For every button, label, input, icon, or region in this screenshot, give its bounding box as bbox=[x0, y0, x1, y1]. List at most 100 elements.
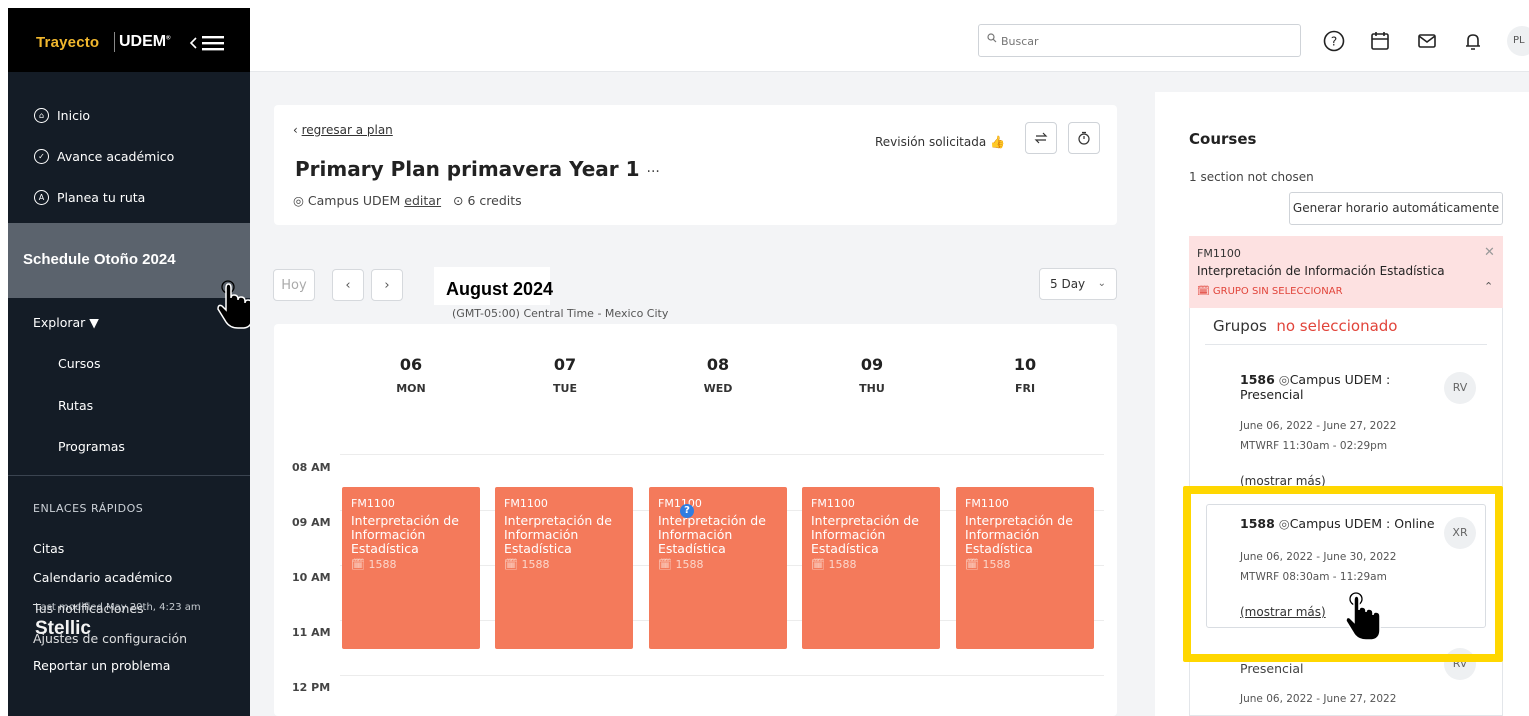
search-box[interactable] bbox=[978, 24, 1301, 57]
event-code: FM1100 bbox=[965, 497, 1009, 510]
timer-button[interactable] bbox=[1068, 122, 1100, 154]
event-section: 🗓 1588 bbox=[351, 558, 397, 571]
mail-icon[interactable] bbox=[1415, 29, 1439, 53]
quick-links-title: ENLACES RÁPIDOS bbox=[33, 502, 144, 515]
collapse-menu-icon bbox=[189, 36, 224, 51]
event-title: Interpretación de Información Estadístic… bbox=[658, 513, 766, 556]
explorar-toggle[interactable]: Explorar ▼ bbox=[33, 315, 99, 330]
event-section: 🗓 1588 bbox=[504, 558, 550, 571]
search-icon bbox=[987, 33, 997, 46]
sidebar-divider bbox=[8, 475, 250, 476]
route-icon: A bbox=[34, 189, 49, 205]
day-number: 10 bbox=[1013, 355, 1037, 374]
course-title: Interpretación de Información Estadístic… bbox=[1197, 264, 1445, 278]
logo-separator bbox=[114, 32, 115, 52]
hour-label: 08 AM bbox=[292, 461, 331, 474]
day-number: 07 bbox=[553, 355, 577, 374]
question-badge-icon[interactable]: ? bbox=[680, 504, 694, 518]
trayecto-logo: Trayecto bbox=[36, 34, 100, 51]
section-location-partial: Presencial bbox=[1240, 661, 1304, 676]
event-title: Interpretación de Información Estadístic… bbox=[351, 513, 459, 556]
event-section: 🗓 1588 bbox=[811, 558, 857, 571]
brand-bar: Trayecto UDEM® bbox=[8, 8, 250, 72]
calendar-event[interactable]: FM1100 Interpretación de Información Est… bbox=[342, 487, 480, 649]
section-dates: June 06, 2022 - June 27, 2022 bbox=[1240, 693, 1397, 705]
hour-label: 09 AM bbox=[292, 516, 331, 529]
close-icon[interactable]: ✕ bbox=[1484, 245, 1495, 260]
sidebar-item-label: Schedule Otoño 2024 bbox=[23, 251, 176, 268]
swap-icon bbox=[1034, 132, 1048, 144]
prev-week-button[interactable]: ‹ bbox=[332, 269, 364, 301]
sidebar-item-rutas[interactable]: Rutas bbox=[58, 398, 93, 413]
sidebar-item-planea[interactable]: A Planea tu ruta bbox=[34, 186, 145, 208]
view-select[interactable]: 5 Day ⌄ bbox=[1039, 268, 1117, 300]
sidebar-item-label: Inicio bbox=[57, 107, 91, 123]
section-dates: June 06, 2022 - June 27, 2022 bbox=[1240, 420, 1397, 432]
stellic-logo: Stellic bbox=[35, 618, 91, 639]
day-name: TUE bbox=[553, 382, 577, 395]
edit-campus-link[interactable]: editar bbox=[404, 193, 441, 208]
auto-schedule-button[interactable]: Generar horario automáticamente bbox=[1289, 192, 1503, 225]
more-options-icon[interactable]: ··· bbox=[647, 164, 660, 180]
quick-link-calendario[interactable]: Calendario académico bbox=[33, 570, 172, 585]
swap-button[interactable] bbox=[1025, 122, 1057, 154]
calendar-event[interactable]: FM1100 Interpretación de Información Est… bbox=[956, 487, 1094, 649]
quick-link-citas[interactable]: Citas bbox=[33, 541, 64, 556]
chevron-up-icon[interactable]: ⌃ bbox=[1484, 280, 1493, 293]
credits-icon: ⊙ bbox=[453, 193, 464, 208]
timezone-label: (GMT-05:00) Central Time - Mexico City bbox=[452, 307, 669, 320]
event-code: FM1100 bbox=[811, 497, 855, 510]
event-section: 🗓 1588 bbox=[965, 558, 1011, 571]
view-select-value: 5 Day bbox=[1050, 277, 1086, 291]
sidebar-item-label: Planea tu ruta bbox=[57, 189, 146, 205]
hour-line bbox=[340, 454, 1104, 455]
help-icon[interactable]: ? bbox=[1322, 29, 1346, 53]
page-title: Primary Plan primavera Year 1 ··· bbox=[295, 157, 660, 181]
bell-icon[interactable] bbox=[1461, 29, 1485, 53]
grupos-status: no seleccionado bbox=[1276, 317, 1398, 335]
search-input[interactable] bbox=[1001, 31, 1291, 51]
collapse-menu-button[interactable] bbox=[188, 32, 230, 54]
courses-title: Courses bbox=[1189, 130, 1257, 148]
hour-label: 10 AM bbox=[292, 571, 331, 584]
svg-text:?: ? bbox=[1331, 35, 1337, 49]
quick-link-reportar[interactable]: Reportar un problema bbox=[33, 658, 170, 673]
next-week-button[interactable]: › bbox=[371, 269, 403, 301]
instructor-avatar: RV bbox=[1444, 372, 1476, 404]
event-code: FM1100 bbox=[658, 497, 702, 510]
day-number: 09 bbox=[860, 355, 884, 374]
event-code: FM1100 bbox=[504, 497, 548, 510]
back-to-plan-link[interactable]: ‹ regresar a plan bbox=[293, 123, 393, 137]
sidebar-item-inicio[interactable]: ⌂ Inicio bbox=[34, 104, 90, 126]
calendar-event[interactable]: FM1100 Interpretación de Información Est… bbox=[649, 487, 787, 649]
calendar-event[interactable]: FM1100 Interpretación de Información Est… bbox=[802, 487, 940, 649]
plan-meta: ◎ Campus UDEM editar ⊙ 6 credits bbox=[293, 193, 522, 208]
sidebar-item-programas[interactable]: Programas bbox=[58, 439, 125, 454]
credits-count: 6 credits bbox=[467, 193, 522, 208]
today-button[interactable]: Hoy bbox=[273, 269, 315, 301]
campus-name: Campus UDEM bbox=[307, 193, 401, 208]
calendar-icon[interactable] bbox=[1368, 29, 1392, 53]
show-more-link[interactable]: (mostrar más) bbox=[1240, 474, 1326, 486]
chevron-left-icon: ‹ bbox=[345, 277, 351, 293]
chevron-right-icon: › bbox=[384, 277, 390, 293]
user-avatar[interactable]: PL bbox=[1507, 26, 1529, 56]
hour-line bbox=[340, 675, 1104, 676]
day-name: WED bbox=[703, 382, 733, 395]
calendar-event[interactable]: FM1100 Interpretación de Información Est… bbox=[495, 487, 633, 649]
udem-logo: UDEM® bbox=[119, 33, 171, 50]
hour-label: 11 AM bbox=[292, 626, 331, 639]
event-title: Interpretación de Información Estadístic… bbox=[965, 513, 1073, 556]
section-title[interactable]: 1586 ◎Campus UDEM : Presencial bbox=[1240, 372, 1430, 402]
check-circle-icon: ✓ bbox=[34, 148, 49, 164]
section-times: MTWRF 11:30am - 02:29pm bbox=[1240, 440, 1388, 452]
courses-subtitle: 1 section not chosen bbox=[1189, 170, 1314, 184]
sidebar-item-avance[interactable]: ✓ Avance académico bbox=[34, 145, 174, 167]
sidebar-item-cursos[interactable]: Cursos bbox=[58, 356, 100, 371]
course-code: FM1100 bbox=[1197, 247, 1241, 260]
month-label: August 2024 bbox=[446, 279, 554, 299]
day-number: 08 bbox=[706, 355, 730, 374]
thumbs-up-icon: 👍 bbox=[990, 135, 1005, 149]
last-modified-text: Last modified May 20th, 4:23 am bbox=[35, 602, 201, 613]
grupos-divider bbox=[1205, 344, 1487, 345]
